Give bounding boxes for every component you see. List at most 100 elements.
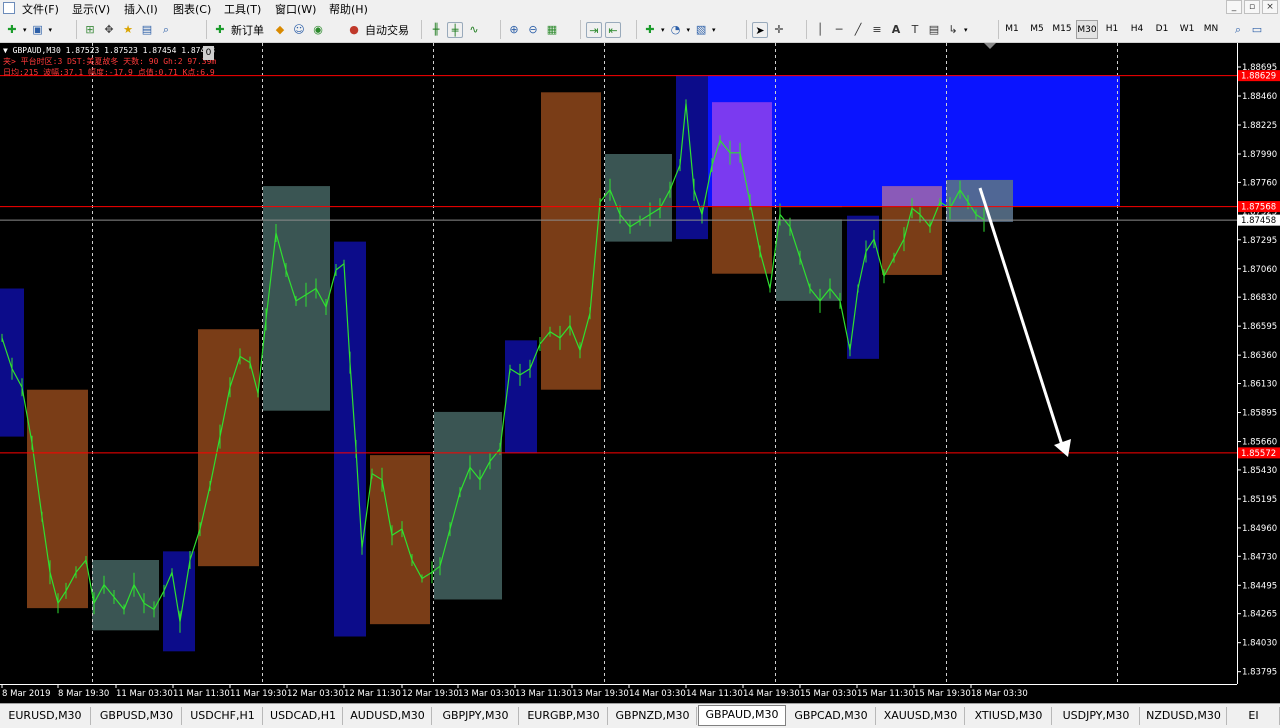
- timeframe-m5[interactable]: M5: [1026, 20, 1048, 39]
- menu-insert[interactable]: 插入(I): [124, 1, 158, 17]
- symbol-tab[interactable]: GBPUSD,M30: [92, 707, 182, 725]
- new-order-icon[interactable]: ✚: [212, 22, 228, 38]
- metaeditor-icon[interactable]: ◆: [272, 22, 288, 38]
- globe-icon[interactable]: ◉: [310, 22, 326, 38]
- periods-icon[interactable]: ◔: [668, 22, 684, 38]
- symbol-tab[interactable]: GBPNZD,M30: [609, 707, 697, 725]
- autoscroll-icon[interactable]: ⇥: [586, 21, 602, 38]
- symbol-tab[interactable]: AUDUSD,M30: [344, 707, 432, 725]
- timeframe-h1[interactable]: H1: [1101, 20, 1123, 39]
- symbol-tab[interactable]: EURUSD,M30: [0, 707, 91, 725]
- profiles-icon[interactable]: ▣: [30, 22, 46, 38]
- session-box: [370, 455, 430, 625]
- menu-window[interactable]: 窗口(W): [275, 1, 316, 17]
- horizontal-line-icon[interactable]: ─: [831, 22, 847, 38]
- trendline-icon[interactable]: ╱: [850, 22, 866, 38]
- session-box: [92, 560, 159, 631]
- symbol-tab[interactable]: GBPAUD,M30: [698, 705, 786, 726]
- time-tick-label: 13 Mar 19:30: [572, 689, 629, 699]
- menu-help[interactable]: 帮助(H): [329, 1, 368, 17]
- symbol-tab[interactable]: XAUUSD,M30: [877, 707, 965, 725]
- chart-shift-icon[interactable]: ⇤: [605, 21, 621, 38]
- price-marker-label: 1.85572: [1241, 449, 1276, 459]
- data-window-icon[interactable]: ▤: [139, 22, 155, 38]
- time-tick-label: 13 Mar 11:30: [515, 689, 572, 699]
- symbol-tab[interactable]: USDJPY,M30: [1053, 707, 1140, 725]
- channel-icon[interactable]: ≡: [869, 22, 885, 38]
- menu-tools[interactable]: 工具(T): [224, 1, 261, 17]
- price-marker-label: 1.87458: [1241, 216, 1276, 226]
- cursor-icon[interactable]: ➤: [752, 21, 768, 38]
- market-watch-icon[interactable]: ★: [120, 22, 136, 38]
- symbol-tab[interactable]: NZDUSD,M30: [1141, 707, 1227, 725]
- new-order-button[interactable]: 新订单: [231, 22, 264, 38]
- symbol-tab[interactable]: USDCHF,H1: [183, 707, 263, 725]
- time-tick-label: 11 Mar 19:30: [230, 689, 287, 699]
- candle-icon[interactable]: ╪: [447, 21, 463, 38]
- timeframe-m30[interactable]: M30: [1076, 20, 1098, 39]
- price-chart[interactable]: 1.88695 1.88460 1.88225 1.87990 1.87760 1.875…: [0, 43, 1280, 703]
- timeframe-mn[interactable]: MN: [1200, 20, 1222, 39]
- crosshair-tool-icon[interactable]: ✛: [771, 22, 787, 38]
- time-tick-label: 18 Mar 03:30: [971, 689, 1028, 699]
- price-tick-label: 1.86595: [1242, 322, 1277, 332]
- auto-trading-icon[interactable]: ●: [346, 22, 362, 38]
- price-tick-label: 1.84730: [1242, 552, 1277, 562]
- auto-trading-button[interactable]: 自动交易: [365, 22, 409, 38]
- line-icon[interactable]: ∿: [466, 22, 482, 38]
- price-tick-label: 1.85895: [1242, 409, 1277, 419]
- price-tick-label: 1.85195: [1242, 495, 1277, 505]
- timeframe-w1[interactable]: W1: [1176, 20, 1198, 39]
- price-tick-label: 1.87760: [1242, 178, 1277, 188]
- timeframe-m1[interactable]: M1: [1001, 20, 1023, 39]
- timeframe-d1[interactable]: D1: [1151, 20, 1173, 39]
- timeframe-m15[interactable]: M15: [1051, 20, 1073, 39]
- menu-file[interactable]: 文件(F): [22, 1, 59, 17]
- price-tick-label: 1.87060: [1242, 265, 1277, 275]
- minimize-icon[interactable]: _: [1226, 0, 1242, 14]
- text-icon[interactable]: A: [888, 22, 904, 38]
- fibonacci-icon[interactable]: ▤: [926, 22, 942, 38]
- time-tick-label: 12 Mar 19:30: [402, 689, 459, 699]
- tile-icon[interactable]: ▦: [544, 22, 560, 38]
- price-tick-label: 1.84265: [1242, 610, 1277, 620]
- new-chart-icon[interactable]: ✚: [4, 22, 20, 38]
- menu-view[interactable]: 显示(V): [72, 1, 110, 17]
- menu-charts[interactable]: 图表(C): [173, 1, 211, 17]
- expert-icon[interactable]: ☺: [291, 22, 307, 38]
- session-box: [27, 389, 88, 609]
- price-tick-label: 1.86130: [1242, 380, 1277, 390]
- time-tick-label: 15 Mar 11:30: [857, 689, 914, 699]
- navigator-icon[interactable]: ⊞: [82, 22, 98, 38]
- timeframe-h4[interactable]: H4: [1126, 20, 1148, 39]
- search-icon[interactable]: ⌕: [1230, 22, 1246, 38]
- restore-icon[interactable]: ▫: [1244, 0, 1260, 14]
- tester-icon[interactable]: ⌕: [158, 22, 174, 38]
- symbol-tab[interactable]: XTIUSD,M30: [966, 707, 1052, 725]
- zoom-out-icon[interactable]: ⊖: [525, 22, 541, 38]
- zone-overlap-box: [712, 102, 772, 207]
- crosshair-icon[interactable]: ✥: [101, 22, 117, 38]
- templates-icon[interactable]: ▧: [693, 22, 709, 38]
- price-tick-label: 1.86360: [1242, 351, 1277, 361]
- time-tick-label: 13 Mar 03:30: [458, 689, 515, 699]
- vertical-line-icon[interactable]: │: [812, 22, 828, 38]
- close-icon[interactable]: ×: [1262, 0, 1278, 14]
- indicators-icon[interactable]: ✚: [642, 22, 658, 38]
- symbol-tab[interactable]: GBPJPY,M30: [433, 707, 519, 725]
- toolbar: ✚ ▾ ▣ ▾ ⊞ ✥ ★ ▤ ⌕ ✚ 新订单 ◆ ☺ ◉ ● 自动交易 ╫ ╪ ∿…: [0, 16, 1280, 43]
- chart-canvas: 1.886951.884601.882251.879901.877601.875…: [0, 43, 1280, 699]
- symbol-tab[interactable]: USDCAD,H1: [264, 707, 343, 725]
- label-icon[interactable]: T: [907, 22, 923, 38]
- symbol-tab[interactable]: GBPCAD,M30: [787, 707, 876, 725]
- symbol-tab[interactable]: EURGBP,M30: [520, 707, 608, 725]
- chat-icon[interactable]: ▭: [1249, 22, 1265, 38]
- session-box: [434, 411, 502, 600]
- zoom-in-icon[interactable]: ⊕: [506, 22, 522, 38]
- price-tick-label: 1.87295: [1242, 236, 1277, 246]
- arrows-icon[interactable]: ↳: [945, 22, 961, 38]
- symbol-tab[interactable]: EI: [1228, 707, 1280, 725]
- bar-chart-icon[interactable]: ╫: [428, 22, 444, 38]
- current-session-box: [946, 179, 1013, 222]
- menu-bar: 文件(F) 显示(V) 插入(I) 图表(C) 工具(T) 窗口(W) 帮助(H…: [0, 0, 1280, 16]
